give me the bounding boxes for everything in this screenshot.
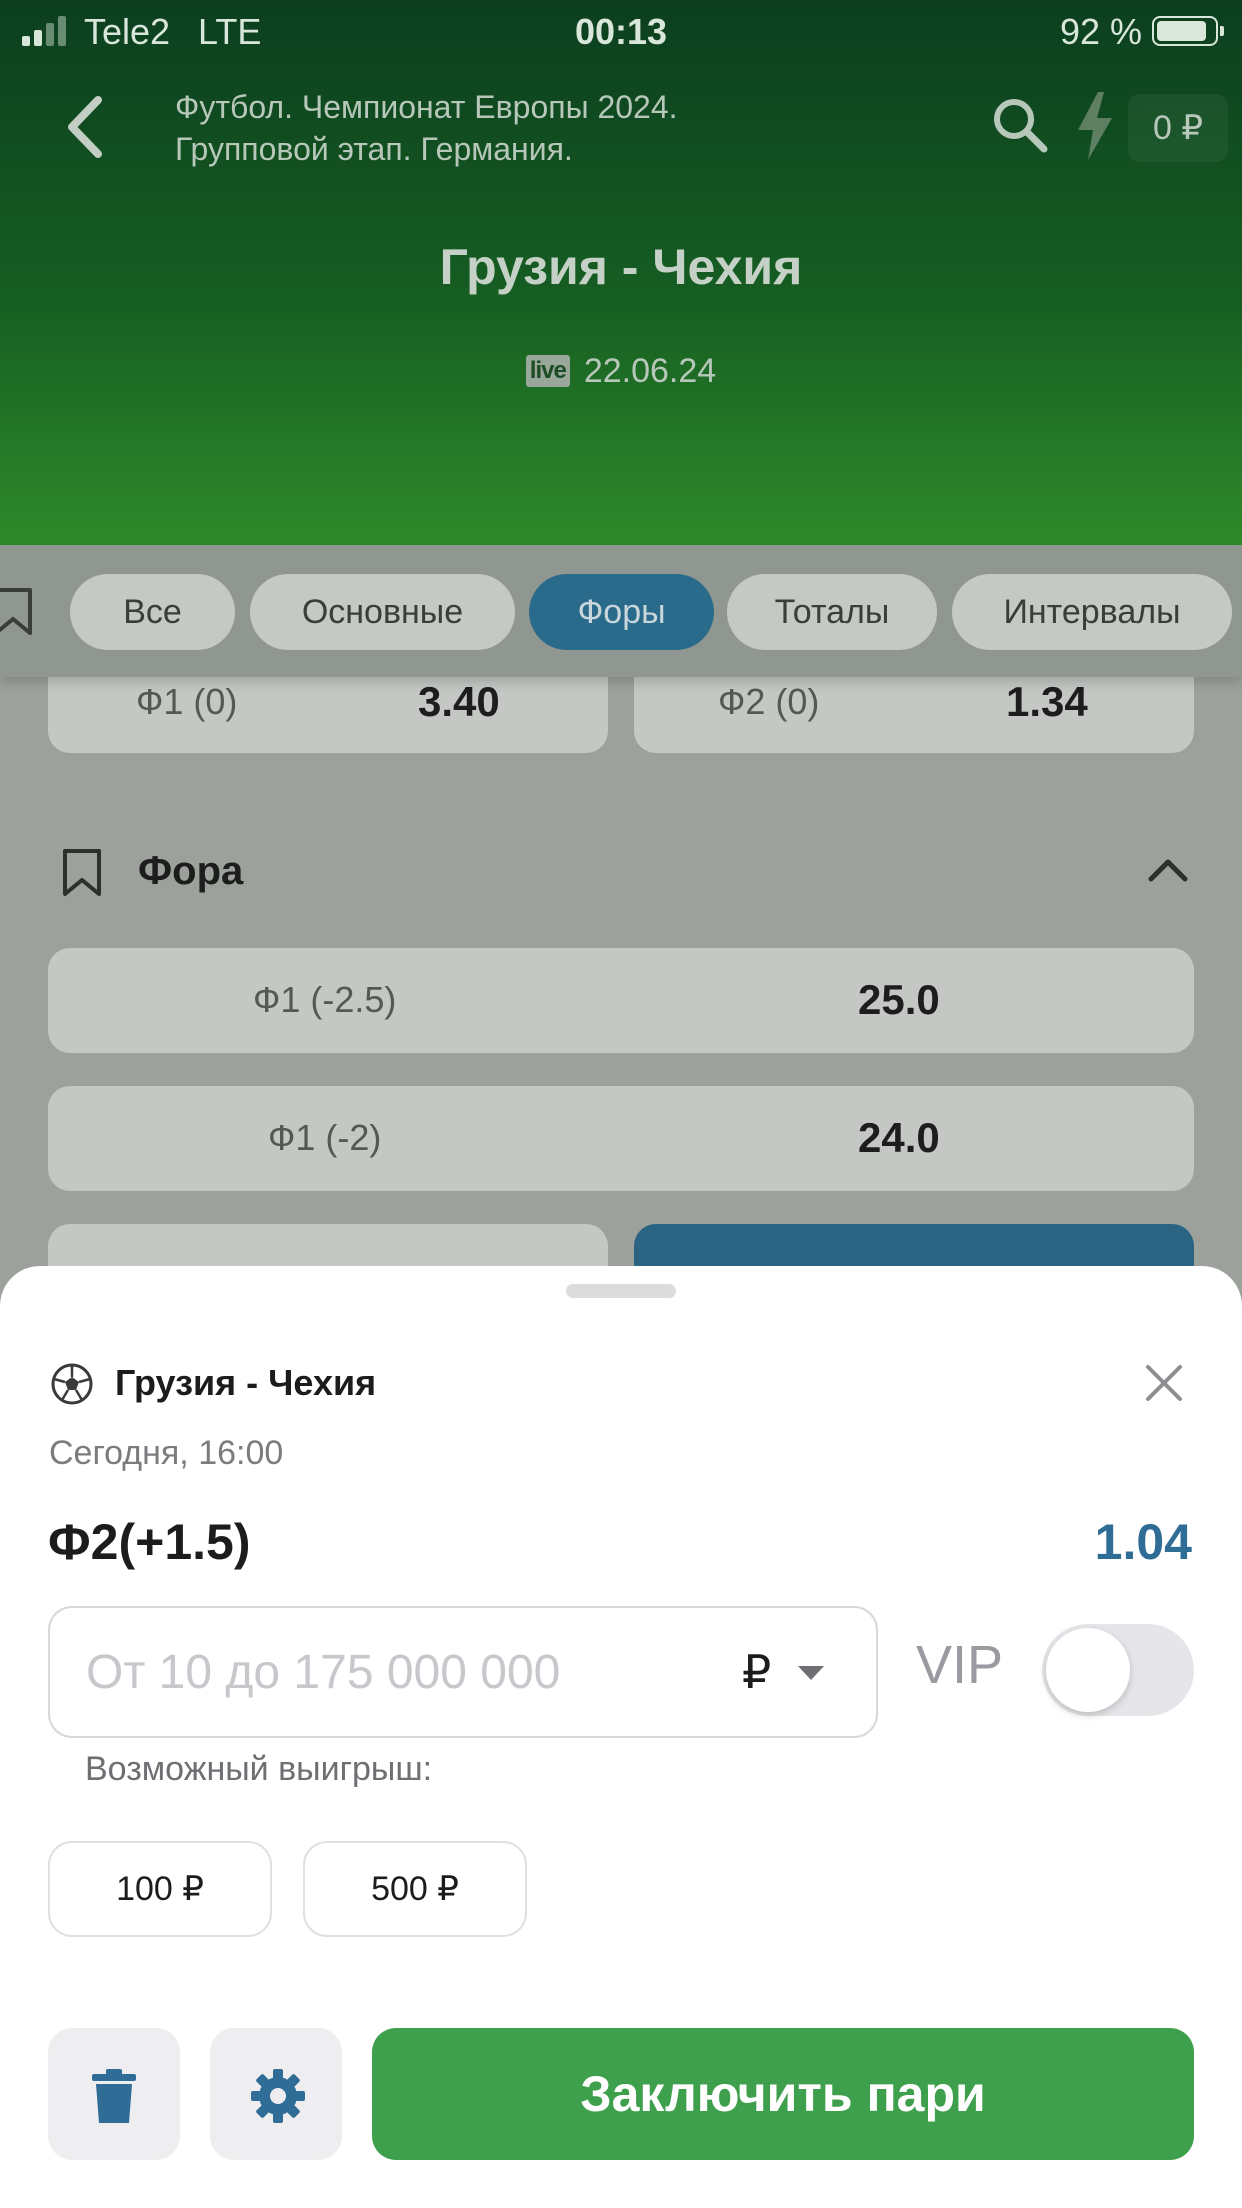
odds-value: 25.0 [858, 976, 940, 1023]
stake-input[interactable] [86, 1608, 726, 1736]
section-title: Фора [138, 849, 244, 893]
tab-main[interactable]: Основные [250, 574, 515, 650]
odds-value: 24.0 [858, 1114, 940, 1161]
handicap-section-header[interactable]: Фора [60, 843, 1190, 903]
odds-button-f2-0[interactable]: Ф2 (0) 1.34 [634, 677, 1194, 753]
tab-intervals[interactable]: Интервалы [952, 574, 1232, 650]
tournament-name: Футбол. Чемпионат Европы 2024. Групповой… [175, 86, 875, 170]
tab-all[interactable]: Все [70, 574, 235, 650]
back-arrow-icon [68, 96, 102, 158]
event-header: Tele2 LTE 00:13 92 % Футбол. Чемпионат Е… [0, 0, 1242, 545]
back-button[interactable] [60, 92, 130, 172]
football-icon [51, 1363, 93, 1405]
tournament-line-2: Групповой этап. Германия. [175, 131, 573, 167]
place-bet-button[interactable]: Заключить пари [372, 2028, 1194, 2160]
odds-value: 1.34 [1006, 678, 1088, 725]
toggle-knob [1046, 1628, 1130, 1712]
odds-value: 3.40 [418, 678, 500, 725]
tab-totals[interactable]: Тоталы [727, 574, 937, 650]
stake-field: ₽ [48, 1606, 878, 1738]
status-time: 00:13 [574, 11, 668, 52]
odds-label: Ф1 (-2.5) [253, 979, 397, 1020]
odds-label: Ф1 (0) [136, 681, 238, 722]
chevron-up-icon[interactable] [1146, 855, 1190, 885]
caret-down-icon[interactable] [796, 1664, 826, 1682]
tournament-line-1: Футбол. Чемпионат Европы 2024. [175, 89, 678, 125]
sheet-grabber[interactable] [566, 1284, 676, 1298]
quick-bet-button[interactable] [1072, 90, 1118, 162]
battery-percent: 92 % [1059, 11, 1142, 52]
delete-button[interactable] [48, 2028, 180, 2160]
live-badge: live [525, 355, 570, 387]
match-date-row: live 22.06.24 [0, 352, 1242, 391]
market-filter-tabs: Все Основные Форы Тоталы Интервалы [0, 545, 1242, 677]
vip-label: VIP [916, 1635, 1004, 1695]
slip-bet-name: Ф2(+1.5) [48, 1514, 251, 1570]
vip-toggle[interactable] [1042, 1624, 1194, 1716]
bookmark-icon [0, 588, 32, 635]
search-icon [994, 99, 1048, 153]
slip-match-time: Сегодня, 16:00 [49, 1434, 284, 1472]
trash-icon [92, 2069, 136, 2123]
slip-match-name: Грузия - Чехия [115, 1362, 377, 1403]
bet-slip-sheet: Грузия - Чехия Сегодня, 16:00 Ф2(+1.5) 1… [0, 1266, 1242, 2208]
close-button[interactable] [1143, 1362, 1185, 1404]
close-icon [1146, 1365, 1182, 1401]
odds-button-f1-0[interactable]: Ф1 (0) 3.40 [48, 677, 608, 753]
search-button[interactable] [990, 95, 1056, 161]
favorites-tab[interactable] [0, 587, 36, 637]
odds-button-f1-minus-2[interactable]: Ф1 (-2) 24.0 [48, 1086, 1194, 1191]
settings-button[interactable] [210, 2028, 342, 2160]
status-bar: Tele2 LTE 00:13 92 % [0, 0, 1242, 62]
bookmark-icon[interactable] [60, 848, 104, 898]
gear-icon [251, 2069, 305, 2123]
match-title: Грузия - Чехия [439, 239, 803, 295]
odds-button-f1-minus-2-5[interactable]: Ф1 (-2.5) 25.0 [48, 948, 1194, 1053]
slip-bet-odds: 1.04 [1094, 1514, 1192, 1570]
odds-label: Ф1 (-2) [268, 1117, 382, 1158]
battery-icon [1152, 16, 1224, 46]
quick-amount-100[interactable]: 100 ₽ [48, 1841, 272, 1937]
odds-label: Ф2 (0) [718, 681, 820, 722]
lightning-icon [1078, 92, 1112, 160]
tab-handicaps[interactable]: Форы [529, 574, 714, 650]
currency-select[interactable]: ₽ [742, 1608, 771, 1736]
match-date: 22.06.24 [583, 352, 717, 390]
quick-amount-500[interactable]: 500 ₽ [303, 1841, 527, 1937]
possible-win-label: Возможный выигрыш: [85, 1750, 433, 1788]
balance-button[interactable]: 0 ₽ [1128, 94, 1228, 162]
